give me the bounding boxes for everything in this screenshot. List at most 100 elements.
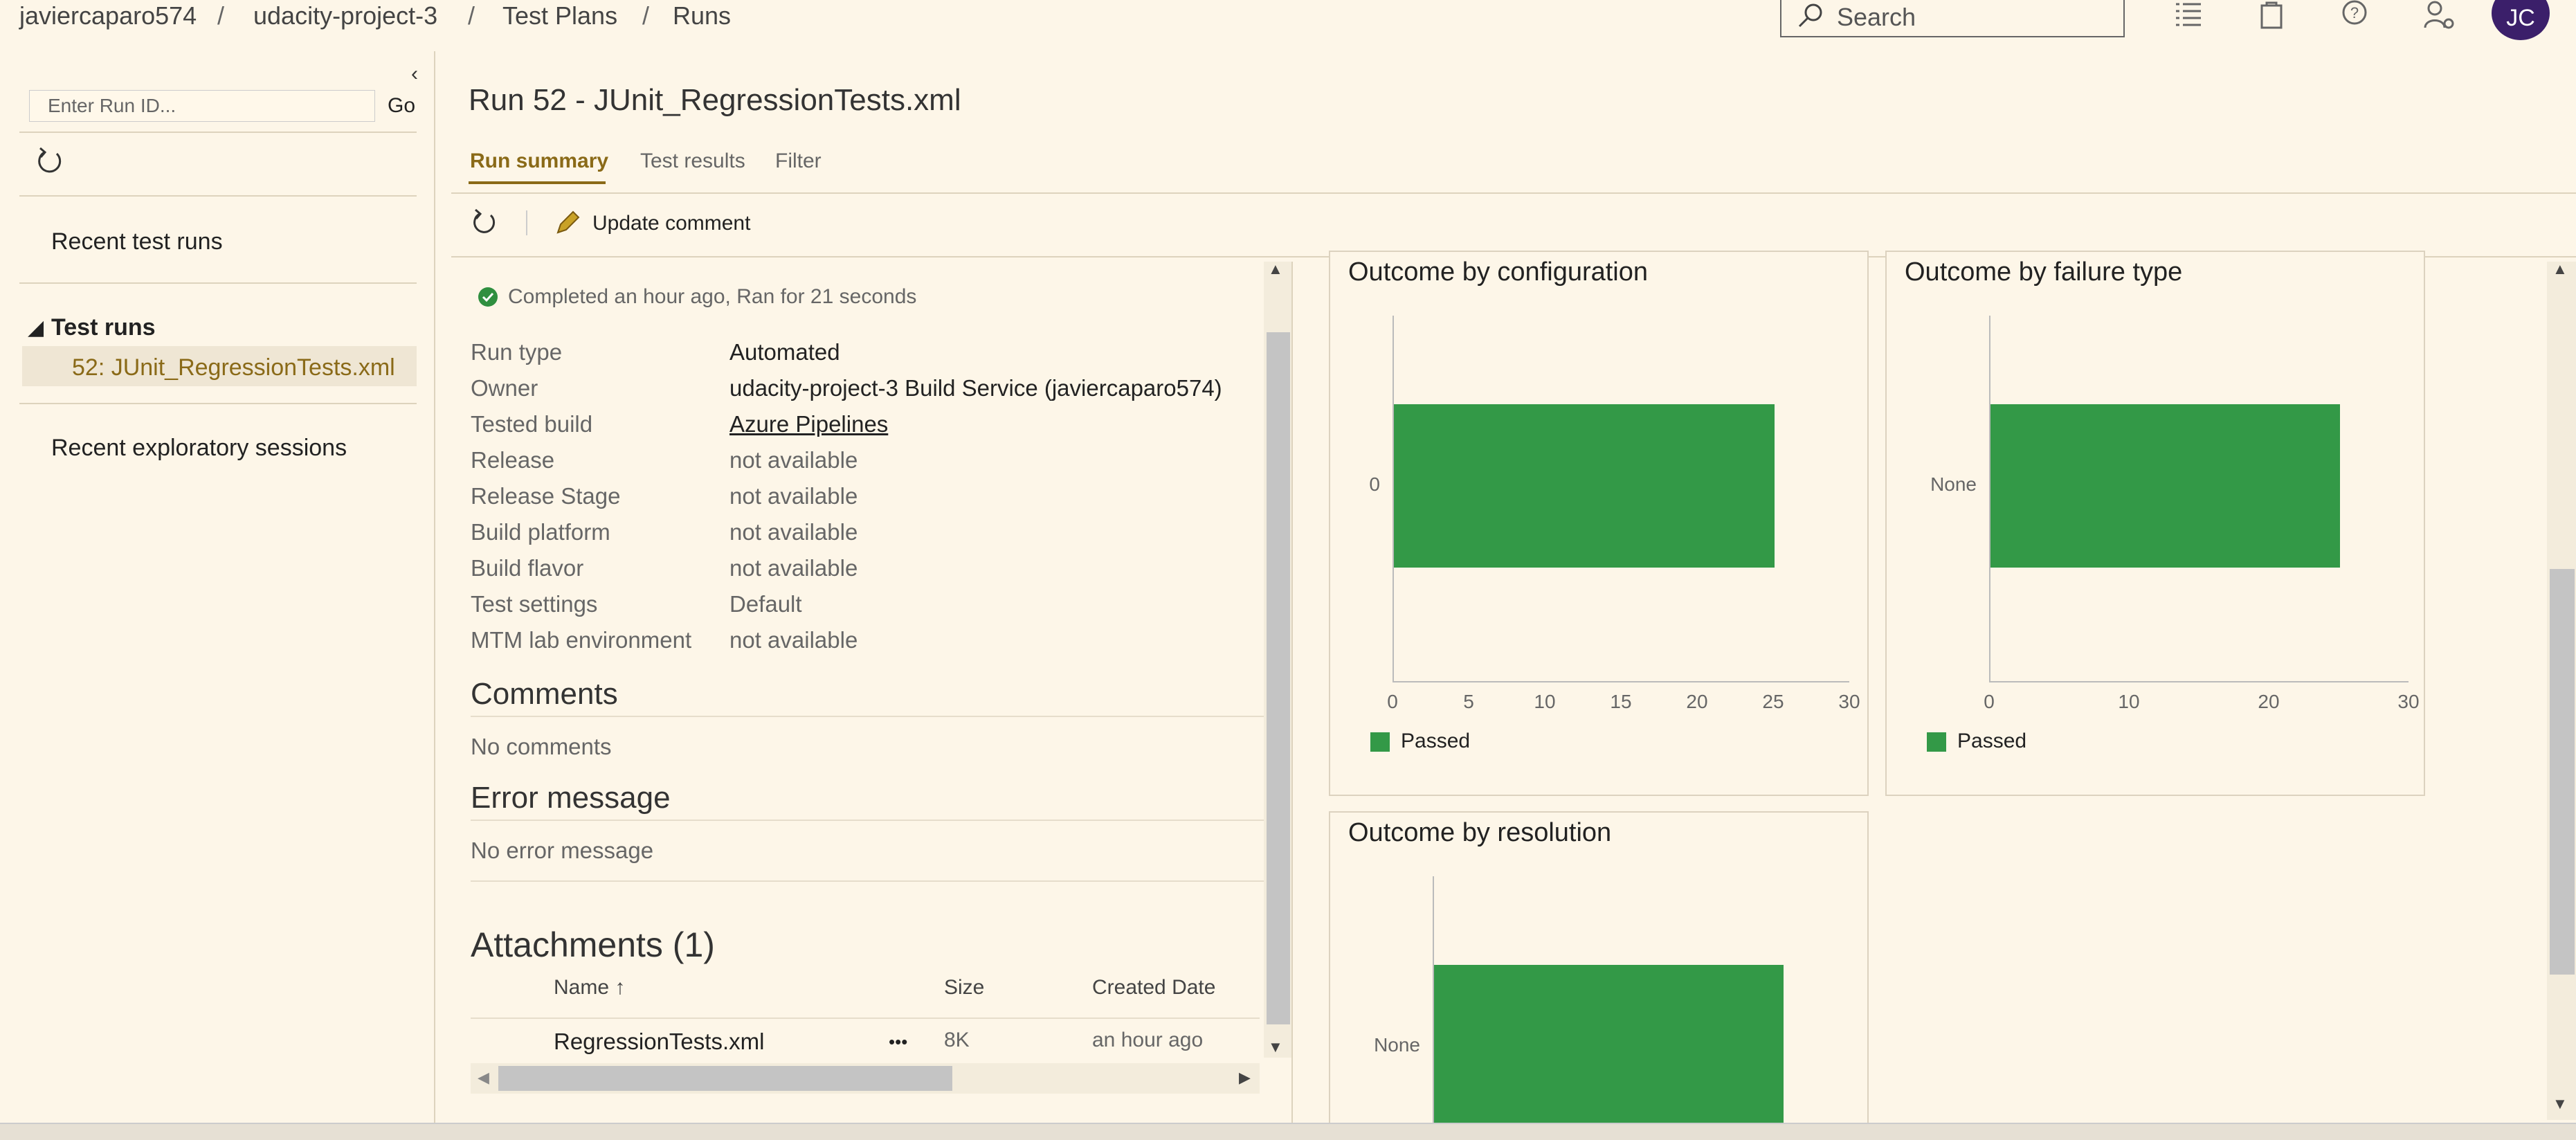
- refresh-icon[interactable]: [469, 208, 500, 238]
- x-tick-label: 0: [1984, 691, 1995, 712]
- pencil-icon[interactable]: [554, 209, 581, 237]
- detail-label: Test settings: [471, 591, 598, 617]
- left-panel: [0, 51, 435, 1123]
- refresh-icon[interactable]: [33, 145, 66, 179]
- breadcrumb-separator: /: [217, 1, 225, 30]
- detail-label: Run type: [471, 339, 563, 365]
- search-icon: [1798, 3, 1822, 28]
- column-header-name[interactable]: Name ↑: [554, 976, 625, 999]
- scroll-down-arrow-icon[interactable]: ▼: [2552, 1095, 2568, 1113]
- go-button[interactable]: Go: [388, 94, 415, 118]
- run-id-input[interactable]: Enter Run ID...: [29, 90, 375, 122]
- scroll-down-arrow-icon[interactable]: ▼: [1268, 1038, 1283, 1056]
- bar-passed[interactable]: [1990, 404, 2340, 568]
- page-title: Run 52 - JUnit_RegressionTests.xml: [469, 83, 961, 117]
- search-placeholder: Search: [1837, 3, 1916, 31]
- tested-build-link[interactable]: Azure Pipelines: [729, 411, 888, 437]
- detail-value: not available: [729, 555, 858, 581]
- collapse-panel-icon[interactable]: ‹: [411, 62, 418, 86]
- test-runs-header[interactable]: Test runs: [51, 314, 156, 341]
- update-comment-button[interactable]: Update comment: [592, 212, 750, 235]
- active-tab-indicator: [469, 181, 606, 184]
- divider: [471, 820, 1267, 821]
- chart-outcome-by-configuration: Outcome by configuration 0 0 5 10 15 20 25 30 Pa…: [1329, 251, 1869, 796]
- divider: [19, 195, 417, 197]
- category-label: None: [1374, 1034, 1420, 1056]
- detail-label: Release: [471, 447, 555, 473]
- x-tick-label: 20: [2258, 691, 2280, 712]
- divider: [19, 282, 417, 284]
- run-status-text: Completed an hour ago, Ran for 21 second…: [508, 285, 917, 308]
- divider: [451, 192, 2576, 194]
- scroll-right-arrow-icon[interactable]: ▶: [1239, 1069, 1251, 1087]
- divider: [19, 403, 417, 404]
- attachment-created: an hour ago: [1092, 1029, 1204, 1051]
- breadcrumb-hub[interactable]: Test Plans: [502, 1, 617, 30]
- x-axis: [1393, 681, 1849, 682]
- error-message-header: Error message: [471, 781, 671, 815]
- legend-swatch: [1370, 732, 1390, 752]
- x-tick-label: 30: [2397, 691, 2420, 712]
- tab-test-results[interactable]: Test results: [640, 150, 745, 173]
- detail-value: not available: [729, 447, 858, 473]
- breadcrumb-page[interactable]: Runs: [673, 1, 731, 30]
- detail-label: Tested build: [471, 411, 593, 437]
- chart-outcome-by-failure-type: Outcome by failure type None 0 10 20 30 Passe…: [1885, 251, 2425, 796]
- search-input[interactable]: Search: [1780, 0, 2125, 37]
- bar-passed[interactable]: [1434, 965, 1784, 1128]
- detail-value: not available: [729, 627, 858, 653]
- attachment-size: 8K: [944, 1029, 970, 1051]
- run-tree-item[interactable]: 52: JUnit_RegressionTests.xml: [72, 354, 395, 381]
- legend-label[interactable]: Passed: [1401, 730, 1470, 753]
- bottom-status-strip: [0, 1123, 2576, 1140]
- x-tick-label: 25: [1762, 691, 1784, 712]
- list-settings-icon[interactable]: [2173, 0, 2205, 30]
- charts-scroll-thumb[interactable]: [2550, 569, 2575, 975]
- user-settings-icon[interactable]: [2422, 0, 2456, 30]
- detail-value: Default: [729, 591, 802, 617]
- divider: [19, 132, 417, 133]
- column-header-created[interactable]: Created Date: [1092, 976, 1215, 999]
- x-tick-label: 10: [2118, 691, 2140, 712]
- tab-run-summary[interactable]: Run summary: [470, 150, 608, 173]
- more-actions-icon[interactable]: •••: [889, 1031, 907, 1053]
- category-label: None: [1930, 473, 1977, 495]
- x-tick-label: 0: [1387, 691, 1398, 712]
- chart-title: Outcome by configuration: [1348, 257, 1649, 287]
- breadcrumb-org[interactable]: javiercaparo574: [19, 1, 197, 30]
- x-tick-label: 15: [1610, 691, 1632, 712]
- recent-exploratory-sessions-link[interactable]: Recent exploratory sessions: [51, 435, 347, 462]
- detail-value: udacity-project-3 Build Service (javierc…: [729, 375, 1222, 401]
- x-axis: [1989, 681, 2409, 682]
- check-circle-icon: [478, 287, 498, 307]
- x-tick-label: 10: [1534, 691, 1556, 712]
- pane-divider: [1291, 262, 1293, 1123]
- x-tick-label: 30: [1838, 691, 1860, 712]
- detail-value: not available: [729, 519, 858, 545]
- attachment-name[interactable]: RegressionTests.xml: [554, 1029, 764, 1055]
- scroll-left-arrow-icon[interactable]: ◀: [478, 1069, 489, 1087]
- svg-text:?: ?: [2350, 4, 2359, 21]
- detail-value: not available: [729, 483, 858, 509]
- help-icon[interactable]: ?: [2339, 0, 2370, 30]
- details-scroll-thumb[interactable]: [1267, 332, 1290, 1024]
- recent-test-runs-link[interactable]: Recent test runs: [51, 228, 223, 255]
- scroll-up-arrow-icon[interactable]: ▲: [1268, 260, 1283, 278]
- detail-label: Build flavor: [471, 555, 584, 581]
- marketplace-bag-icon[interactable]: [2258, 0, 2285, 30]
- chart-title: Outcome by resolution: [1348, 818, 1612, 847]
- bar-passed[interactable]: [1394, 404, 1775, 568]
- collapse-triangle-icon[interactable]: ◢: [28, 316, 44, 340]
- scroll-up-arrow-icon[interactable]: ▲: [2552, 260, 2568, 278]
- breadcrumb-separator: /: [468, 1, 475, 30]
- legend-label[interactable]: Passed: [1957, 730, 2026, 753]
- avatar[interactable]: JC: [2492, 0, 2550, 40]
- column-header-size[interactable]: Size: [944, 976, 984, 999]
- detail-label: Release Stage: [471, 483, 621, 509]
- x-tick-label: 5: [1463, 691, 1474, 712]
- attachments-scroll-thumb[interactable]: [498, 1066, 952, 1091]
- divider: [471, 1017, 1260, 1019]
- breadcrumb-project[interactable]: udacity-project-3: [253, 1, 437, 30]
- tab-filter[interactable]: Filter: [775, 150, 822, 173]
- divider: [471, 716, 1267, 717]
